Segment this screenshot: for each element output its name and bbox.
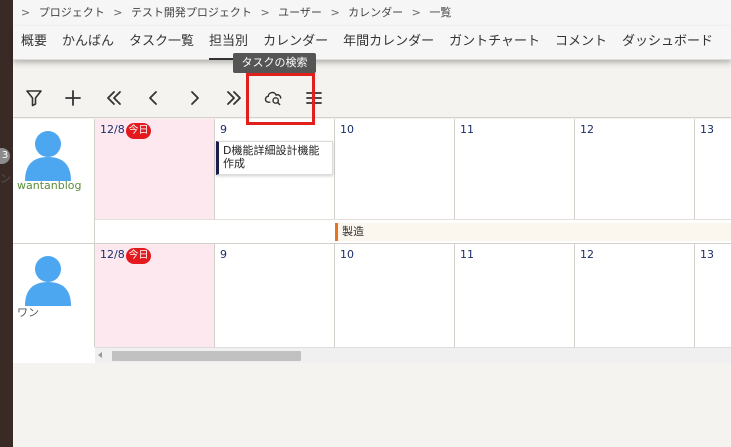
day-label: 12/8 xyxy=(100,123,125,136)
user-cell: ワン xyxy=(13,244,95,347)
calendar-row-user-1: wantanblog 12/8 今日 9 10 11 12 13 D機能詳細設計… xyxy=(13,119,731,244)
chevron-right-icon xyxy=(191,91,199,105)
day-cell[interactable]: 12 xyxy=(575,244,695,347)
day-label: 9 xyxy=(220,248,227,261)
user-cell: wantanblog xyxy=(13,119,95,243)
breadcrumb-item-list: 一覧 xyxy=(429,6,452,19)
day-cell[interactable]: 11 xyxy=(455,244,575,347)
day-cell[interactable]: 13 xyxy=(695,119,731,219)
tab-comments[interactable]: コメント xyxy=(555,26,607,60)
breadcrumb-separator: > xyxy=(21,6,31,19)
filter-button[interactable] xyxy=(22,86,46,110)
day-label: 12 xyxy=(580,248,594,261)
today-badge: 今日 xyxy=(126,123,151,139)
left-sidebar-strip: 3 ン xyxy=(0,0,13,447)
day-cell[interactable]: 12 xyxy=(575,119,695,219)
breadcrumb-item-project[interactable]: プロジェクト xyxy=(39,6,105,19)
tab-dashboard[interactable]: ダッシュボード xyxy=(622,26,713,60)
day-cell-today[interactable]: 12/8 今日 xyxy=(95,244,215,347)
cloud-search-icon xyxy=(264,91,282,106)
menu-icon xyxy=(306,92,322,104)
phase-bar[interactable]: 製造 xyxy=(335,223,731,241)
next-day-button[interactable] xyxy=(182,86,206,110)
day-label: 12 xyxy=(580,123,594,136)
day-label: 11 xyxy=(460,248,474,261)
breadcrumb-separator: > xyxy=(411,6,421,19)
today-badge: 今日 xyxy=(126,248,151,264)
assignee-calendar-grid: wantanblog 12/8 今日 9 10 11 12 13 D機能詳細設計… xyxy=(13,119,731,363)
day-cell[interactable]: 11 xyxy=(455,119,575,219)
breadcrumb-separator: > xyxy=(330,6,340,19)
double-chevron-right-icon xyxy=(227,91,241,105)
breadcrumb-item-calendar[interactable]: カレンダー xyxy=(348,6,403,19)
day-label: 9 xyxy=(220,123,227,136)
menu-button[interactable] xyxy=(302,86,326,110)
day-cell[interactable]: 10 xyxy=(335,119,455,219)
tab-overview[interactable]: 概要 xyxy=(21,26,47,60)
task-search-button[interactable] xyxy=(262,86,286,110)
avatar-icon xyxy=(25,256,71,306)
breadcrumb-item-user[interactable]: ユーザー xyxy=(278,6,322,19)
day-cell[interactable]: 10 xyxy=(335,244,455,347)
day-label: 13 xyxy=(700,123,714,136)
sidebar-label-fragment: ン xyxy=(0,172,11,185)
calendar-row-user-2: ワン 12/8 今日 9 10 11 12 13 xyxy=(13,244,731,347)
tab-gantt[interactable]: ガントチャート xyxy=(449,26,540,60)
plus-icon xyxy=(65,90,81,106)
user-name[interactable]: wantanblog xyxy=(17,179,82,192)
day-label: 13 xyxy=(700,248,714,261)
prev-period-button[interactable] xyxy=(102,86,126,110)
prev-day-button[interactable] xyxy=(142,86,166,110)
add-task-button[interactable] xyxy=(61,86,85,110)
avatar-icon xyxy=(25,131,71,181)
notification-badge[interactable]: 3 xyxy=(0,148,10,164)
chevron-left-icon xyxy=(149,91,157,105)
day-label: 12/8 xyxy=(100,248,125,261)
toolbar xyxy=(13,78,731,118)
breadcrumb-separator: > xyxy=(113,6,123,19)
breadcrumb: > プロジェクト > テスト開発プロジェクト > ユーザー > カレンダー > … xyxy=(13,0,731,26)
day-label: 10 xyxy=(340,248,354,261)
task-search-tooltip: タスクの検索 xyxy=(233,53,316,73)
scroll-left-arrow-icon[interactable] xyxy=(98,352,102,358)
view-tabs: 概要 かんばん タスク一覧 担当別 カレンダー 年間カレンダー ガントチャート … xyxy=(13,26,731,60)
day-label: 10 xyxy=(340,123,354,136)
task-card[interactable]: D機能詳細設計機能作成 xyxy=(216,141,333,175)
day-cell[interactable]: 9 xyxy=(215,244,335,347)
filter-icon xyxy=(26,90,42,107)
day-label: 11 xyxy=(460,123,474,136)
horizontal-scrollbar[interactable] xyxy=(95,347,731,363)
breadcrumb-separator: > xyxy=(260,6,270,19)
double-chevron-left-icon xyxy=(107,91,121,105)
tab-task-list[interactable]: タスク一覧 xyxy=(129,26,194,60)
scroll-thumb[interactable] xyxy=(112,351,301,361)
tab-annual-calendar[interactable]: 年間カレンダー xyxy=(343,26,434,60)
day-cell-today[interactable]: 12/8 今日 xyxy=(95,119,215,219)
next-period-button[interactable] xyxy=(222,86,246,110)
divider xyxy=(95,219,731,220)
breadcrumb-item-test-project[interactable]: テスト開発プロジェクト xyxy=(131,6,252,19)
day-cell[interactable]: 13 xyxy=(695,244,731,347)
tab-kanban[interactable]: かんばん xyxy=(62,26,114,60)
user-name[interactable]: ワン xyxy=(17,304,39,320)
